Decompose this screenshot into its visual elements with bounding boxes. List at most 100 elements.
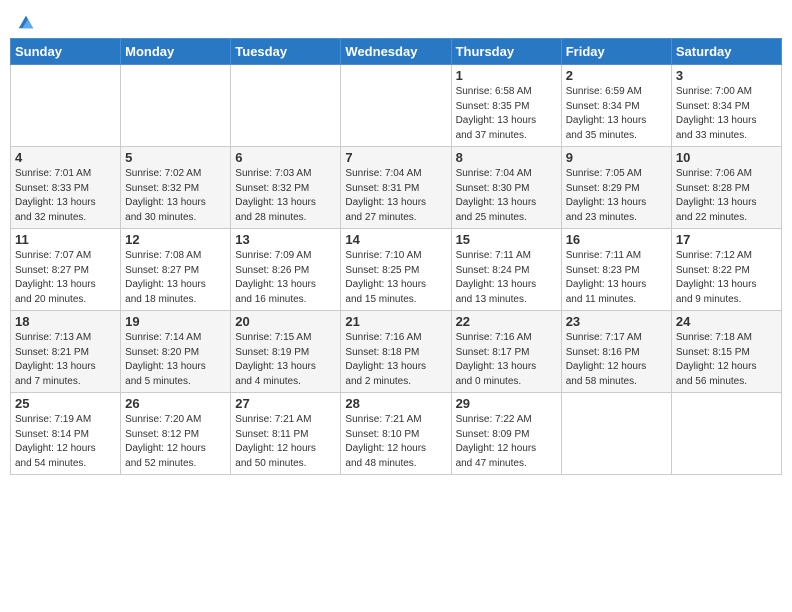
calendar-day-cell: 13Sunrise: 7:09 AM Sunset: 8:26 PM Dayli… <box>231 229 341 311</box>
day-info: Sunrise: 7:04 AM Sunset: 8:30 PM Dayligh… <box>456 167 557 225</box>
day-info: Sunrise: 7:16 AM Sunset: 8:17 PM Dayligh… <box>456 331 557 389</box>
calendar-day-cell: 23 Sunrise: 7:17 AM Sunset: 8:16 PM Dayli… <box>561 311 671 393</box>
day-info: Sunrise: 7:17 AM Sunset: 8:16 PM Dayligh… <box>566 331 667 389</box>
day-number: 13 <box>235 232 336 247</box>
calendar-table: SundayMondayTuesdayWednesdayThursdayFrid… <box>10 38 782 475</box>
day-number: 15 <box>456 232 557 247</box>
day-info: Sunrise: 7:19 AM Sunset: 8:14 PM Dayligh… <box>15 413 116 471</box>
day-info: Sunrise: 7:21 AM Sunset: 8:10 PM Dayligh… <box>345 413 446 471</box>
day-info: Sunrise: 7:03 AM Sunset: 8:32 PM Dayligh… <box>235 167 336 225</box>
day-of-week-header: Wednesday <box>341 39 451 65</box>
day-info: Sunrise: 7:12 AM Sunset: 8:22 PM Dayligh… <box>676 249 777 307</box>
calendar-day-cell: 6 Sunrise: 7:03 AM Sunset: 8:32 PM Daylig… <box>231 147 341 229</box>
day-of-week-header: Tuesday <box>231 39 341 65</box>
day-number: 29 <box>456 396 557 411</box>
day-info: Sunrise: 7:10 AM Sunset: 8:25 PM Dayligh… <box>345 249 446 307</box>
day-of-week-header: Friday <box>561 39 671 65</box>
day-number: 2 <box>566 68 667 83</box>
calendar-day-cell: 29 Sunrise: 7:22 AM Sunset: 8:09 PM Dayli… <box>451 393 561 475</box>
calendar-day-cell <box>11 65 121 147</box>
calendar-week-row: 11 Sunrise: 7:07 AM Sunset: 8:27 PM Dayli… <box>11 229 782 311</box>
calendar-day-cell: 9 Sunrise: 7:05 AM Sunset: 8:29 PM Daylig… <box>561 147 671 229</box>
calendar-day-cell: 3 Sunrise: 7:00 AM Sunset: 8:34 PM Daylig… <box>671 65 781 147</box>
day-number: 5 <box>125 150 226 165</box>
calendar-day-cell: 21Sunrise: 7:16 AM Sunset: 8:18 PM Dayli… <box>341 311 451 393</box>
day-of-week-header: Saturday <box>671 39 781 65</box>
calendar-day-cell <box>671 393 781 475</box>
calendar-day-cell: 17 Sunrise: 7:12 AM Sunset: 8:22 PM Dayli… <box>671 229 781 311</box>
day-info: Sunrise: 7:11 AM Sunset: 8:24 PM Dayligh… <box>456 249 557 307</box>
logo-icon <box>17 12 35 30</box>
calendar-week-row: 25 Sunrise: 7:19 AM Sunset: 8:14 PM Dayli… <box>11 393 782 475</box>
day-number: 22 <box>456 314 557 329</box>
day-info: Sunrise: 7:20 AM Sunset: 8:12 PM Dayligh… <box>125 413 226 471</box>
calendar-week-row: 1 Sunrise: 6:58 AM Sunset: 8:35 PM Daylig… <box>11 65 782 147</box>
calendar-day-cell: 12 Sunrise: 7:08 AM Sunset: 8:27 PM Dayli… <box>121 229 231 311</box>
calendar-day-cell: 25 Sunrise: 7:19 AM Sunset: 8:14 PM Dayli… <box>11 393 121 475</box>
day-info: Sunrise: 7:00 AM Sunset: 8:34 PM Dayligh… <box>676 85 777 143</box>
calendar-day-cell: 4Sunrise: 7:01 AM Sunset: 8:33 PM Daylig… <box>11 147 121 229</box>
calendar-day-cell: 28 Sunrise: 7:21 AM Sunset: 8:10 PM Dayli… <box>341 393 451 475</box>
day-number: 24 <box>676 314 777 329</box>
logo <box>16 14 35 28</box>
day-number: 11 <box>15 232 116 247</box>
day-info: Sunrise: 7:21 AM Sunset: 8:11 PM Dayligh… <box>235 413 336 471</box>
day-number: 16 <box>566 232 667 247</box>
day-number: 23 <box>566 314 667 329</box>
calendar-header-row: SundayMondayTuesdayWednesdayThursdayFrid… <box>11 39 782 65</box>
calendar-day-cell <box>341 65 451 147</box>
day-number: 12 <box>125 232 226 247</box>
day-number: 26 <box>125 396 226 411</box>
day-number: 20 <box>235 314 336 329</box>
day-number: 17 <box>676 232 777 247</box>
calendar-day-cell: 22 Sunrise: 7:16 AM Sunset: 8:17 PM Dayli… <box>451 311 561 393</box>
day-info: Sunrise: 7:14 AM Sunset: 8:20 PM Dayligh… <box>125 331 226 389</box>
day-of-week-header: Thursday <box>451 39 561 65</box>
day-number: 7 <box>345 150 446 165</box>
day-number: 3 <box>676 68 777 83</box>
day-info: Sunrise: 7:04 AM Sunset: 8:31 PM Dayligh… <box>345 167 446 225</box>
day-info: Sunrise: 7:01 AM Sunset: 8:33 PM Dayligh… <box>15 167 116 225</box>
calendar-day-cell: 8 Sunrise: 7:04 AM Sunset: 8:30 PM Daylig… <box>451 147 561 229</box>
day-number: 9 <box>566 150 667 165</box>
day-of-week-header: Monday <box>121 39 231 65</box>
day-info: Sunrise: 7:08 AM Sunset: 8:27 PM Dayligh… <box>125 249 226 307</box>
calendar-day-cell <box>121 65 231 147</box>
day-number: 6 <box>235 150 336 165</box>
day-info: Sunrise: 7:15 AM Sunset: 8:19 PM Dayligh… <box>235 331 336 389</box>
day-number: 19 <box>125 314 226 329</box>
calendar-day-cell: 19 Sunrise: 7:14 AM Sunset: 8:20 PM Dayli… <box>121 311 231 393</box>
calendar-day-cell: 2 Sunrise: 6:59 AM Sunset: 8:34 PM Daylig… <box>561 65 671 147</box>
day-info: Sunrise: 7:05 AM Sunset: 8:29 PM Dayligh… <box>566 167 667 225</box>
day-number: 1 <box>456 68 557 83</box>
day-number: 25 <box>15 396 116 411</box>
day-of-week-header: Sunday <box>11 39 121 65</box>
calendar-day-cell: 7 Sunrise: 7:04 AM Sunset: 8:31 PM Daylig… <box>341 147 451 229</box>
day-info: Sunrise: 7:11 AM Sunset: 8:23 PM Dayligh… <box>566 249 667 307</box>
calendar-day-cell: 5Sunrise: 7:02 AM Sunset: 8:32 PM Daylig… <box>121 147 231 229</box>
day-info: Sunrise: 7:22 AM Sunset: 8:09 PM Dayligh… <box>456 413 557 471</box>
calendar-day-cell <box>561 393 671 475</box>
day-info: Sunrise: 7:07 AM Sunset: 8:27 PM Dayligh… <box>15 249 116 307</box>
calendar-day-cell: 11 Sunrise: 7:07 AM Sunset: 8:27 PM Dayli… <box>11 229 121 311</box>
day-number: 8 <box>456 150 557 165</box>
calendar-day-cell: 1 Sunrise: 6:58 AM Sunset: 8:35 PM Daylig… <box>451 65 561 147</box>
calendar-day-cell: 20 Sunrise: 7:15 AM Sunset: 8:19 PM Dayli… <box>231 311 341 393</box>
day-info: Sunrise: 7:18 AM Sunset: 8:15 PM Dayligh… <box>676 331 777 389</box>
day-number: 27 <box>235 396 336 411</box>
page-header <box>10 10 782 32</box>
day-number: 28 <box>345 396 446 411</box>
day-number: 18 <box>15 314 116 329</box>
day-number: 21 <box>345 314 446 329</box>
calendar-day-cell: 24 Sunrise: 7:18 AM Sunset: 8:15 PM Dayli… <box>671 311 781 393</box>
calendar-day-cell <box>231 65 341 147</box>
calendar-day-cell: 16 Sunrise: 7:11 AM Sunset: 8:23 PM Dayli… <box>561 229 671 311</box>
day-info: Sunrise: 7:13 AM Sunset: 8:21 PM Dayligh… <box>15 331 116 389</box>
calendar-day-cell: 18 Sunrise: 7:13 AM Sunset: 8:21 PM Dayli… <box>11 311 121 393</box>
calendar-day-cell: 26 Sunrise: 7:20 AM Sunset: 8:12 PM Dayli… <box>121 393 231 475</box>
calendar-week-row: 18 Sunrise: 7:13 AM Sunset: 8:21 PM Dayli… <box>11 311 782 393</box>
day-number: 10 <box>676 150 777 165</box>
day-info: Sunrise: 6:58 AM Sunset: 8:35 PM Dayligh… <box>456 85 557 143</box>
day-info: Sunrise: 6:59 AM Sunset: 8:34 PM Dayligh… <box>566 85 667 143</box>
day-info: Sunrise: 7:06 AM Sunset: 8:28 PM Dayligh… <box>676 167 777 225</box>
